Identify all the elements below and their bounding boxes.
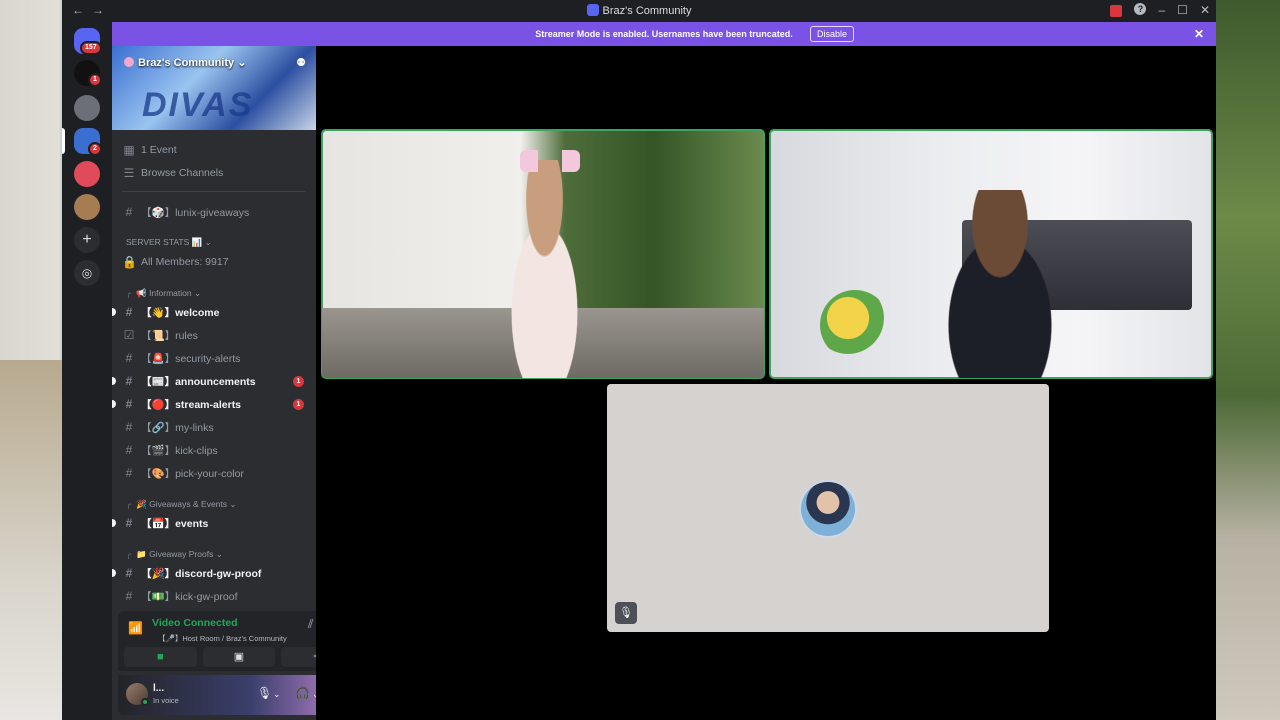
minimize-button[interactable]: –: [1158, 3, 1165, 17]
voice-location[interactable]: 【🎤】Host Room / Braz's Community: [158, 633, 287, 644]
channel-sidebar: Braz's Community ⌄ ⚉ DIVAS ▦ 1 Event ☰ Bro…: [112, 46, 316, 720]
divider: [122, 191, 306, 192]
noise-suppression-icon[interactable]: ⫽: [308, 617, 313, 632]
browse-channels-row[interactable]: ☰ Browse Channels: [112, 163, 316, 183]
channel-pick-your-color[interactable]: # 【🎨】pick-your-color: [112, 463, 316, 483]
avatar[interactable]: [126, 683, 149, 706]
add-server-icon[interactable]: +: [74, 227, 100, 253]
hash-icon: #: [125, 589, 133, 603]
window-title: Braz's Community: [62, 4, 1216, 17]
hash-icon: #: [125, 351, 133, 365]
camera-button[interactable]: ■: [124, 647, 197, 667]
muted-microphone-icon: 🎙: [615, 602, 637, 624]
signal-icon[interactable]: 📶: [128, 621, 143, 635]
streamer-mode-banner: Streamer Mode is enabled. Usernames have…: [112, 22, 1216, 46]
channel-kick-gw-proof[interactable]: # 【💵】kick-gw-proof: [112, 586, 316, 606]
voice-status: Video Connected: [152, 617, 238, 629]
chevron-down-icon[interactable]: ⌄: [273, 689, 281, 700]
avatar: [801, 482, 855, 536]
hash-icon: #: [125, 374, 133, 388]
category-information[interactable]: ╭ 📢 Information ⌄: [126, 286, 201, 300]
screen-share-button[interactable]: ▣: [202, 647, 276, 667]
server-icon-3[interactable]: [74, 95, 100, 121]
user-status: In voice: [153, 696, 179, 705]
server-banner-art: DIVAS: [142, 86, 254, 124]
video-tile-participant-3[interactable]: 🎙: [607, 384, 1049, 632]
video-tile-participant-1[interactable]: [321, 129, 765, 379]
server-icon: [124, 57, 134, 67]
help-icon[interactable]: ?: [1134, 3, 1147, 15]
explore-icon[interactable]: ◎: [74, 260, 100, 286]
home-badge: 157: [80, 41, 102, 55]
channel-announcements[interactable]: # 【📰】announcements 1: [112, 371, 316, 391]
server-badge: 2: [88, 142, 102, 156]
server-header[interactable]: Braz's Community ⌄ ⚉ DIVAS: [112, 46, 316, 130]
hash-icon: #: [125, 466, 133, 480]
video-tile-participant-2[interactable]: [769, 129, 1213, 379]
window-controls: ? – ☐ ✕: [1110, 3, 1210, 17]
server-icon-5[interactable]: [74, 161, 100, 187]
mention-badge: 1: [293, 375, 304, 387]
close-icon[interactable]: ✕: [1194, 27, 1204, 41]
unread-indicator: [112, 519, 116, 527]
server-badge: 1: [88, 73, 102, 87]
server-rail: 157 1 2 + ◎: [62, 22, 112, 720]
lock-icon: 🔒: [122, 255, 137, 269]
unread-indicator: [112, 377, 116, 385]
title-bar: ←→ Braz's Community ? – ☐ ✕: [62, 0, 1216, 22]
participant-video: [920, 190, 1080, 378]
category-giveaways-events[interactable]: ╭ 🎉 Giveaways & Events ⌄: [126, 497, 237, 511]
channel-all-members[interactable]: 🔒 All Members: 9917: [112, 252, 316, 272]
participant-video: [487, 160, 602, 378]
calendar-icon: ▦: [123, 143, 135, 157]
server-icon-6[interactable]: [74, 194, 100, 220]
channel-my-links[interactable]: # 【🔗】my-links: [112, 417, 316, 437]
channel-discord-gw-proof[interactable]: # 【🎉】discord-gw-proof: [112, 563, 316, 583]
maximize-button[interactable]: ☐: [1177, 3, 1188, 17]
hash-icon: #: [125, 205, 133, 219]
hash-icon: #: [125, 305, 133, 319]
activities-button[interactable]: ✚: [281, 647, 316, 667]
headphones-icon[interactable]: 🎧: [295, 686, 310, 700]
invite-people-icon[interactable]: ⚉: [296, 56, 306, 69]
online-status-dot: [141, 698, 149, 706]
hash-icon: #: [125, 420, 133, 434]
events-row[interactable]: ▦ 1 Event: [112, 140, 316, 160]
video-stage: 🎙: [316, 46, 1216, 720]
hash-icon: #: [125, 443, 133, 457]
category-giveaway-proofs[interactable]: ╭ 📁 Giveaway Proofs ⌄: [126, 547, 223, 561]
user-panel: l... In voice 🎙 ⌄ 🎧 ⌄ ⚙: [118, 675, 316, 715]
hash-icon: #: [125, 566, 133, 580]
category-server-stats[interactable]: SERVER STATS 📊 ⌄: [126, 235, 212, 249]
inbox-icon[interactable]: [1110, 5, 1123, 17]
unread-indicator: [112, 569, 116, 577]
unread-indicator: [112, 400, 116, 408]
checkbox-icon: ☑: [123, 328, 135, 342]
channel-welcome[interactable]: # 【👋】welcome: [112, 302, 316, 322]
server-icon: [586, 4, 599, 16]
channel-stream-alerts[interactable]: # 【🔴】stream-alerts 1: [112, 394, 316, 414]
banner-message: Streamer Mode is enabled. Usernames have…: [535, 29, 793, 39]
channel-kick-clips[interactable]: # 【🎬】kick-clips: [112, 440, 316, 460]
microphone-icon[interactable]: 🎙: [257, 686, 272, 700]
close-button[interactable]: ✕: [1200, 3, 1210, 17]
channel-lunix-giveaways[interactable]: # 【🎲】lunix-giveaways: [112, 202, 316, 222]
username[interactable]: l...: [153, 683, 164, 694]
hash-icon: #: [125, 397, 133, 411]
server-name[interactable]: Braz's Community ⌄: [124, 56, 246, 69]
voice-actions: ■ ▣ ✚: [124, 647, 316, 667]
disable-streamer-mode-button[interactable]: Disable: [810, 26, 855, 42]
selected-pill: [62, 128, 65, 154]
background-left: [0, 360, 62, 720]
mention-badge: 1: [293, 398, 304, 410]
background-right: [1216, 0, 1280, 720]
voice-panel: 📶 Video Connected 【🎤】Host Room / Braz's …: [118, 611, 316, 671]
channel-security-alerts[interactable]: # 【🚨】security-alerts: [112, 348, 316, 368]
discord-window: ←→ Braz's Community ? – ☐ ✕ 157 1 2 + ◎ …: [62, 0, 1216, 720]
unread-indicator: [112, 308, 116, 316]
hash-icon: #: [125, 516, 133, 530]
channel-events[interactable]: # 【📅】events: [112, 513, 316, 533]
list-icon: ☰: [123, 166, 135, 180]
channel-rules[interactable]: ☑ 【📜】rules: [112, 325, 316, 345]
